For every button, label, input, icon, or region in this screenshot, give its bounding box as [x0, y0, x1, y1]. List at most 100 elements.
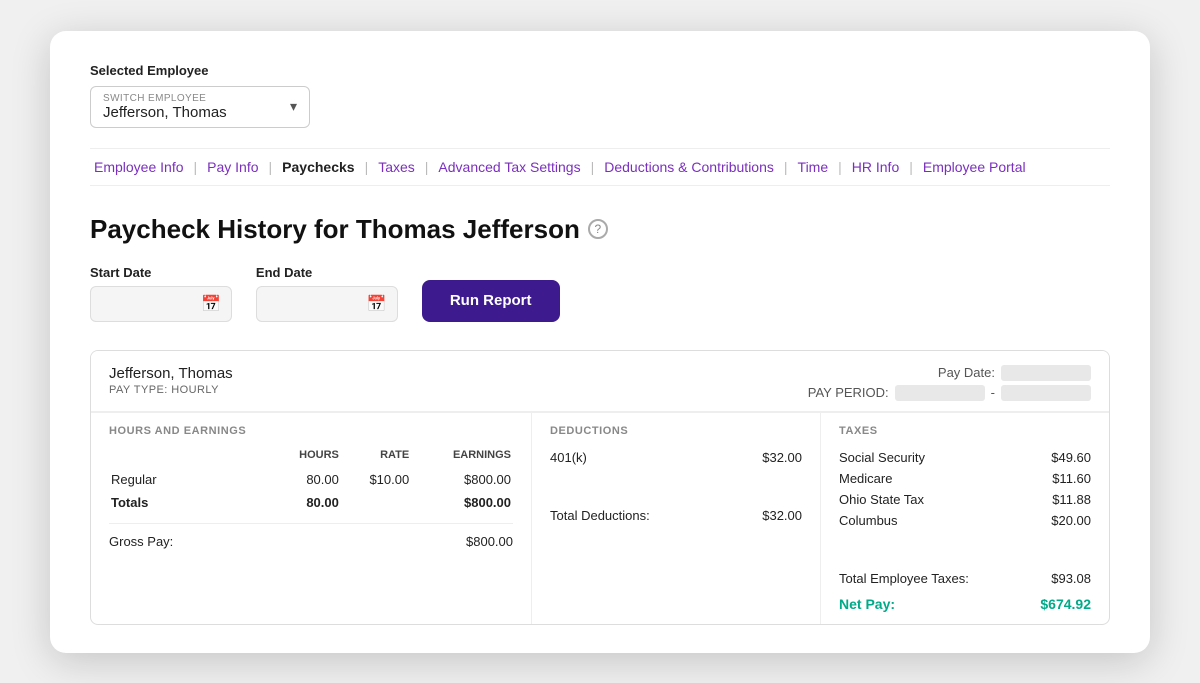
- list-item: Medicare $11.60: [839, 468, 1091, 489]
- total-taxes-label: Total Employee Taxes:: [839, 571, 969, 586]
- pay-period-label: PAY PERIOD:: [808, 385, 889, 400]
- net-pay-value: $674.92: [1040, 596, 1091, 612]
- end-date-input-wrapper[interactable]: 📅: [256, 286, 398, 322]
- deductions-list: 401(k) $32.00: [550, 447, 802, 468]
- paycheck-table-section: Jefferson, Thomas PAY TYPE: HOURLY Pay D…: [90, 350, 1110, 625]
- employee-name-select: Jefferson, Thomas: [103, 104, 278, 121]
- pay-period-end-value: [1001, 385, 1091, 401]
- pay-date-value: [1001, 365, 1091, 381]
- pay-period-start-value: [895, 385, 985, 401]
- nav-sep-5: |: [591, 159, 595, 175]
- row-label: Regular: [111, 469, 269, 490]
- col-rate-header: RATE: [341, 449, 409, 467]
- total-taxes-row: Total Employee Taxes: $93.08: [839, 563, 1091, 586]
- hours-table: HOURS RATE EARNINGS Regular 80.00 $10.00…: [109, 447, 513, 515]
- nav-sep-6: |: [784, 159, 788, 175]
- nav-taxes[interactable]: Taxes: [374, 159, 419, 175]
- end-date-field: End Date 📅: [256, 265, 398, 322]
- chevron-down-icon: ▾: [290, 98, 297, 115]
- col-earnings-header: EARNINGS: [411, 449, 511, 467]
- nav-paychecks[interactable]: Paychecks: [278, 159, 358, 175]
- start-date-input-wrapper[interactable]: 📅: [90, 286, 232, 322]
- end-calendar-icon[interactable]: 📅: [367, 294, 387, 314]
- main-card: Selected Employee SWITCH EMPLOYEE Jeffer…: [50, 31, 1150, 653]
- row-rate: $10.00: [341, 469, 409, 490]
- total-deductions-row: Total Deductions: $32.00: [550, 500, 802, 523]
- list-item: Columbus $20.00: [839, 510, 1091, 531]
- nav-sep-3: |: [365, 159, 369, 175]
- end-date-input[interactable]: [267, 296, 367, 312]
- nav-sep-1: |: [194, 159, 198, 175]
- col-label-header: [111, 449, 269, 467]
- gross-pay-row: Gross Pay: $800.00: [109, 523, 513, 549]
- row-hours: 80.00: [271, 469, 339, 490]
- nav-advanced-tax[interactable]: Advanced Tax Settings: [434, 159, 584, 175]
- tax-label: Social Security: [839, 450, 925, 465]
- pay-date-row: Pay Date:: [808, 365, 1091, 381]
- pay-type: PAY TYPE: HOURLY: [109, 384, 233, 396]
- nav-sep-8: |: [909, 159, 913, 175]
- start-date-label: Start Date: [90, 265, 232, 280]
- list-item: Ohio State Tax $11.88: [839, 489, 1091, 510]
- tax-amount: $20.00: [1051, 513, 1091, 528]
- total-taxes-value: $93.08: [1051, 571, 1091, 586]
- employee-info-left: Jefferson, Thomas PAY TYPE: HOURLY: [109, 365, 233, 396]
- nav-time[interactable]: Time: [794, 159, 833, 175]
- start-date-field: Start Date 📅: [90, 265, 232, 322]
- nav-employee-info[interactable]: Employee Info: [90, 159, 188, 175]
- taxes-list: Social Security $49.60 Medicare $11.60 Ohio …: [839, 447, 1091, 531]
- pay-date-label: Pay Date:: [938, 365, 995, 380]
- employee-info-right: Pay Date: PAY PERIOD: -: [808, 365, 1091, 401]
- nav-deductions[interactable]: Deductions & Contributions: [600, 159, 778, 175]
- nav-sep-2: |: [269, 159, 273, 175]
- row-earnings: $800.00: [411, 469, 511, 490]
- navigation-bar: Employee Info | Pay Info | Paychecks | T…: [90, 148, 1110, 186]
- gross-pay-label: Gross Pay:: [109, 534, 173, 549]
- tax-amount: $49.60: [1051, 450, 1091, 465]
- run-report-button[interactable]: Run Report: [422, 280, 560, 322]
- tax-label: Ohio State Tax: [839, 492, 924, 507]
- data-grid: HOURS AND EARNINGS HOURS RATE EARNINGS R…: [91, 412, 1109, 624]
- nav-sep-7: |: [838, 159, 842, 175]
- deduction-amount: $32.00: [762, 450, 802, 465]
- switch-label: SWITCH EMPLOYEE: [103, 93, 278, 104]
- tax-label: Columbus: [839, 513, 898, 528]
- nav-employee-portal[interactable]: Employee Portal: [919, 159, 1030, 175]
- hours-earnings-section: HOURS AND EARNINGS HOURS RATE EARNINGS R…: [91, 413, 531, 624]
- employee-select[interactable]: SWITCH EMPLOYEE Jefferson, Thomas ▾: [90, 86, 310, 128]
- pay-period-row: PAY PERIOD: -: [808, 385, 1091, 401]
- totals-row: Totals 80.00 $800.00: [111, 492, 511, 513]
- tax-label: Medicare: [839, 471, 892, 486]
- tax-amount: $11.88: [1052, 492, 1091, 507]
- help-icon[interactable]: ?: [588, 219, 608, 239]
- taxes-header: TAXES: [839, 425, 1091, 437]
- nav-pay-info[interactable]: Pay Info: [203, 159, 262, 175]
- total-deductions-value: $32.00: [762, 508, 802, 523]
- paycheck-employee-name: Jefferson, Thomas: [109, 365, 233, 382]
- list-item: 401(k) $32.00: [550, 447, 802, 468]
- deductions-header: DEDUCTIONS: [550, 425, 802, 437]
- selected-employee-label: Selected Employee: [90, 63, 1110, 78]
- totals-hours: 80.00: [271, 492, 339, 513]
- end-date-label: End Date: [256, 265, 398, 280]
- list-item: Social Security $49.60: [839, 447, 1091, 468]
- date-filter-row: Start Date 📅 End Date 📅 Run Report: [90, 265, 1110, 322]
- totals-label: Totals: [111, 492, 269, 513]
- net-pay-row: Net Pay: $674.92: [839, 590, 1091, 612]
- net-pay-label: Net Pay:: [839, 596, 895, 612]
- pay-period-dash: -: [991, 385, 995, 400]
- tax-amount: $11.60: [1052, 471, 1091, 486]
- table-row: Regular 80.00 $10.00 $800.00: [111, 469, 511, 490]
- paycheck-header-row: Jefferson, Thomas PAY TYPE: HOURLY Pay D…: [91, 351, 1109, 412]
- start-calendar-icon[interactable]: 📅: [201, 294, 221, 314]
- nav-sep-4: |: [425, 159, 429, 175]
- hours-earnings-header: HOURS AND EARNINGS: [109, 425, 513, 437]
- totals-earnings: $800.00: [411, 492, 511, 513]
- page-title-row: Paycheck History for Thomas Jefferson ?: [90, 214, 1110, 245]
- page-title: Paycheck History for Thomas Jefferson: [90, 214, 580, 245]
- col-hours-header: HOURS: [271, 449, 339, 467]
- deduction-label: 401(k): [550, 450, 587, 465]
- start-date-input[interactable]: [101, 296, 201, 312]
- deductions-section: DEDUCTIONS 401(k) $32.00 Total Deductions…: [531, 413, 820, 624]
- nav-hr-info[interactable]: HR Info: [848, 159, 903, 175]
